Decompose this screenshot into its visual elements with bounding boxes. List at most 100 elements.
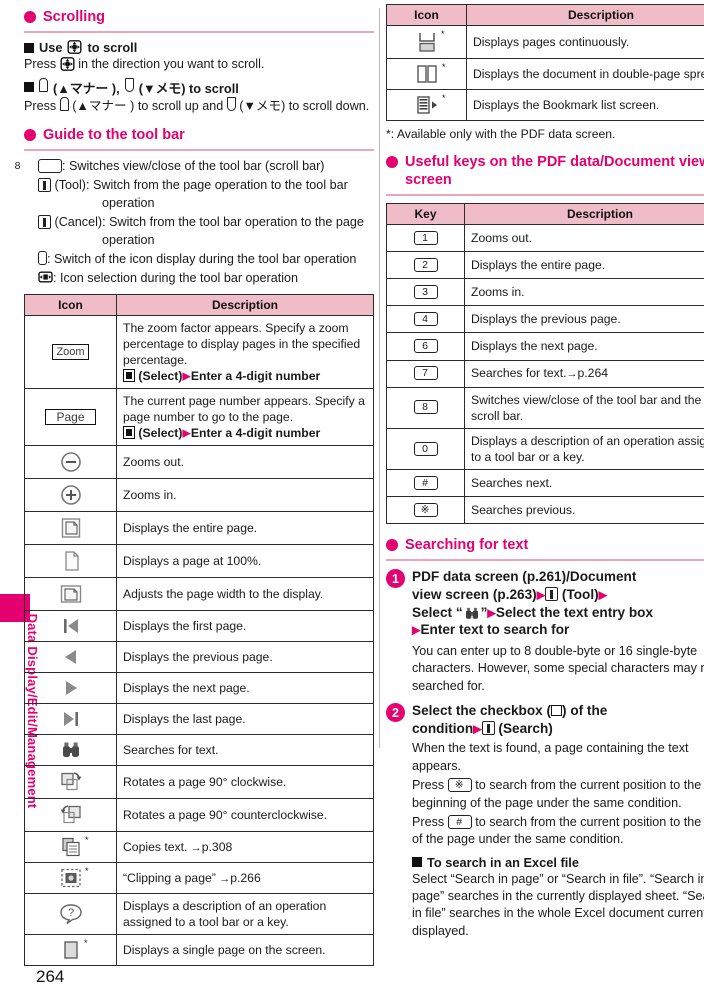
key-7-icon: 7 xyxy=(413,366,438,381)
description-text: The zoom factor appears. Specify a zoom … xyxy=(123,320,361,367)
column-header-icon: Icon xyxy=(24,293,117,316)
subheading-text-post: to scroll xyxy=(87,40,138,56)
key-4-icon: 4 xyxy=(413,312,438,327)
step-1-body: You can enter up to 8 double-byte or 16 … xyxy=(412,644,704,693)
subheading-use-nav-to-scroll: Use to scroll xyxy=(24,39,374,56)
press-label: Press xyxy=(412,778,445,793)
arrow-icon: ▶ xyxy=(182,370,191,383)
column-divider xyxy=(379,8,380,748)
previous-page-icon xyxy=(24,641,117,674)
row-description: Searches next. xyxy=(464,469,704,498)
menu-soft-key-icon xyxy=(38,214,51,229)
step-line-3a: Select “ xyxy=(412,604,463,620)
section-rule xyxy=(24,31,374,34)
description-text: Copies text. xyxy=(123,840,188,855)
table-row: Page The current page number appears. Sp… xyxy=(24,387,374,447)
row-description: Displays a page at 100%. xyxy=(116,544,374,579)
row-description: Displays a description of an operation a… xyxy=(464,427,704,471)
table-row: * “Clipping a page” →p.266 xyxy=(24,862,374,895)
press-label: Press xyxy=(24,98,57,113)
row-description: Rotates a page 90° clockwise. xyxy=(116,765,374,800)
key-cell: 1 xyxy=(386,224,465,253)
subheading-text: To search in an Excel file xyxy=(427,854,579,870)
action-pre: (Select) xyxy=(135,368,183,383)
table-row: ? Displays a description of an operation… xyxy=(24,893,374,936)
table-row: * Copies text. →p.308 xyxy=(24,831,374,864)
help-icon: ? xyxy=(24,893,117,936)
copy-text-icon: * xyxy=(24,831,117,864)
row-description: Displays the first page. xyxy=(116,610,374,643)
row-description: Searches for text. xyxy=(116,734,374,767)
footnote-marker: * xyxy=(84,866,89,877)
nav-key-icon xyxy=(67,39,82,54)
page-ref-arrow-icon: → xyxy=(219,873,231,886)
zoom-label-icon: Zoom xyxy=(24,314,117,390)
row-description: Displays the next page. xyxy=(464,332,704,361)
bullet-dot-icon xyxy=(24,128,36,141)
fit-page-width-icon xyxy=(24,577,117,612)
page-reference: p.308 xyxy=(201,840,233,855)
section-title: Scrolling xyxy=(43,9,106,25)
row-description: Displays a single page on the screen. xyxy=(116,934,374,967)
side-key-icon xyxy=(38,250,47,265)
subheading-side-keys-to-scroll: (▲マナー ), (▼メモ) to scroll xyxy=(24,78,374,97)
step-instruction: PDF data screen (p.261)/Document view sc… xyxy=(412,568,704,639)
key-cell: 8 xyxy=(386,386,465,429)
row-description: Displays the last page. xyxy=(116,703,374,736)
row-description: Displays the entire page. xyxy=(116,511,374,546)
step-line-2b: (Search) xyxy=(494,720,553,736)
first-page-icon xyxy=(24,610,117,643)
row-description: Searches previous. xyxy=(464,496,704,525)
table-header-row: Icon Description xyxy=(24,293,374,316)
table-row: * Displays pages continuously. xyxy=(386,25,704,59)
footnote-marker: * xyxy=(83,938,88,949)
rotate-counterclockwise-icon xyxy=(24,798,117,833)
checkbox-icon xyxy=(551,705,563,717)
arrow-icon: ▶ xyxy=(598,589,608,602)
row-description: Zooms in. xyxy=(464,278,704,307)
table-row: * Displays a single page on the screen. xyxy=(24,934,374,967)
key-hash-icon: # xyxy=(447,814,472,829)
key-cell: 2 xyxy=(386,251,465,280)
row-description: Adjusts the page width to the display. xyxy=(116,577,374,612)
key-8-icon: 8 xyxy=(413,400,438,415)
left-column: Scrolling Use to scroll Press in the dir… xyxy=(15,4,374,970)
search-forward-note: Press # to search from the current posit… xyxy=(412,814,704,849)
page-label-text: Page xyxy=(45,409,96,426)
row-description: Switches view/close of the tool bar and … xyxy=(464,386,704,429)
key-description: : Switch of the icon display during the … xyxy=(47,251,357,266)
section-heading-searching: Searching for text xyxy=(386,536,704,554)
instruction-text-a: (▲マナー ) to scroll up and xyxy=(72,98,224,113)
key-3-icon: 3 xyxy=(413,285,438,300)
clipping-page-icon: * xyxy=(24,862,117,895)
step-2: 2 Select the checkbox () of the conditio… xyxy=(386,702,704,737)
row-description: The current page number appears. Specify… xyxy=(116,387,374,447)
row-description: Rotates a page 90° counterclockwise. xyxy=(116,798,374,833)
description-text: The current page number appears. Specify… xyxy=(123,394,365,425)
column-header-description: Description xyxy=(464,203,704,226)
footnote-marker: * xyxy=(440,29,445,39)
subheading-text-a: (▲マナー ), xyxy=(53,80,120,96)
page-reference: p.266 xyxy=(230,871,261,886)
press-label: Press xyxy=(24,57,57,72)
table-row: 1 Zooms out. xyxy=(386,224,704,253)
black-square-icon xyxy=(24,42,34,53)
right-column: Icon Description * Displays pages contin… xyxy=(386,4,704,942)
toolbar-key-row: 8: Switches view/close of the tool bar (… xyxy=(15,158,374,175)
row-description: Displays the document in double-page spr… xyxy=(466,58,704,90)
table-row: Displays the entire page. xyxy=(24,511,374,546)
toolbar-icon-table: Icon Description Zoom The zoom factor ap… xyxy=(24,293,374,967)
description-text: “Clipping a page” xyxy=(123,871,216,886)
binoculars-search-icon xyxy=(465,607,478,619)
section-rule xyxy=(386,559,704,562)
toolbar-icon-table-continued: Icon Description * Displays pages contin… xyxy=(386,4,704,121)
section-heading-toolbar-guide: Guide to the tool bar xyxy=(24,126,374,144)
nav-key-horizontal-icon xyxy=(38,271,53,285)
footnote-marker: * xyxy=(84,835,89,846)
scroll-instruction-2: Press (▲マナー ) to scroll up and (▼メモ) to … xyxy=(24,97,374,115)
step-line-2a: condition xyxy=(412,720,474,736)
section-heading-useful-keys: Useful keys on the PDF data/Document vie… xyxy=(386,153,704,189)
row-description: Displays the next page. xyxy=(116,672,374,705)
row-description: Searches for text.→p.264 xyxy=(464,359,704,388)
menu-soft-key-icon xyxy=(545,587,559,602)
